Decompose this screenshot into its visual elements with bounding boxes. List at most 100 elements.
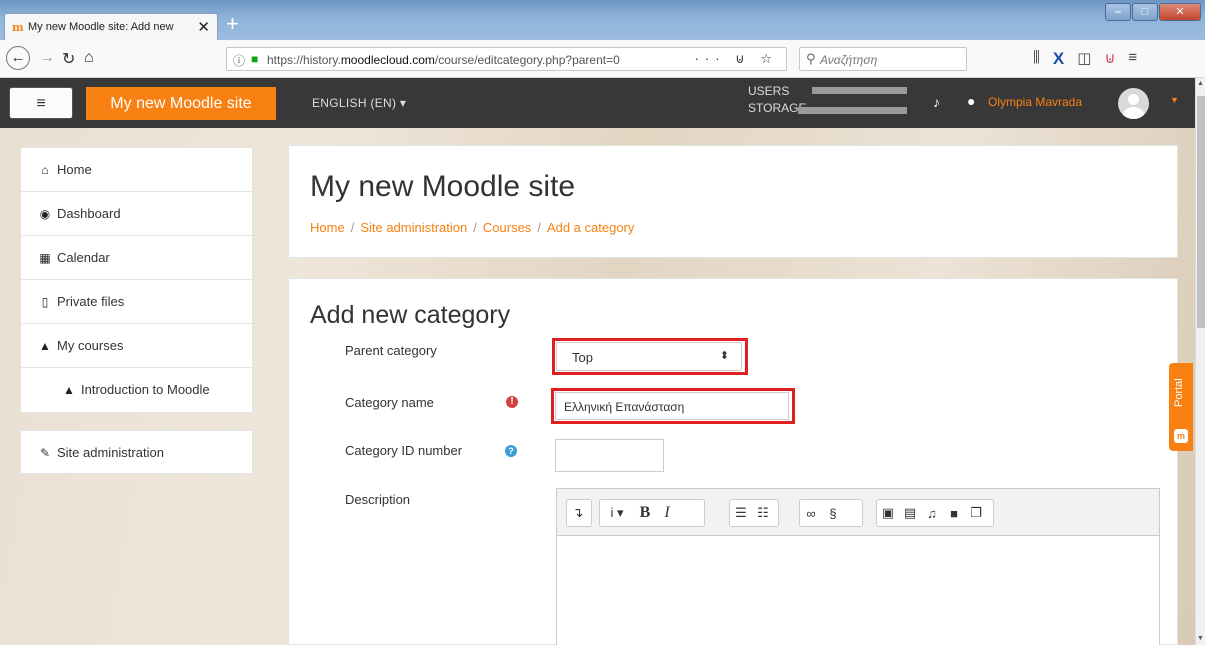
info-icon[interactable]: ⓘ xyxy=(233,52,245,69)
moodle-logo-icon: m xyxy=(1174,429,1188,443)
unlink-icon[interactable]: § xyxy=(822,506,844,521)
italic-icon[interactable]: I xyxy=(656,504,678,522)
breadcrumb-courses[interactable]: Courses xyxy=(483,220,531,235)
toolbar-group-style: i ▾ B I xyxy=(599,499,705,527)
sidebar-item-dashboard[interactable]: ◉ Dashboard xyxy=(21,192,252,236)
url-bar[interactable]: ⓘ ■ https://history.moodlecloud.com/cour… xyxy=(226,47,787,71)
page-header-card: My new Moodle site Home / Site administrat… xyxy=(288,145,1178,258)
media-icon[interactable]: ▤ xyxy=(899,505,921,521)
form-heading: Add new category xyxy=(310,301,511,329)
category-id-input[interactable] xyxy=(555,439,664,472)
notifications-bell-icon[interactable]: ♪ xyxy=(933,94,940,110)
nav-drawer: ⌂ Home ◉ Dashboard ▦ Calendar ▯ Private file… xyxy=(20,147,253,413)
help-icon[interactable]: ? xyxy=(505,445,517,457)
moodle-favicon-icon: m xyxy=(12,21,24,34)
maximize-button[interactable]: □ xyxy=(1132,3,1158,21)
graduation-cap-icon: ▲ xyxy=(39,339,51,353)
sidebar-item-home[interactable]: ⌂ Home xyxy=(21,148,252,192)
drawer-toggle-button[interactable]: ≡ xyxy=(9,87,73,119)
category-name-label: Category name xyxy=(345,395,434,410)
browser-nav-bar: ← → ↻ ⌂ ⓘ ■ https://history.moodlecloud.… xyxy=(0,40,1205,78)
users-label: USERS xyxy=(748,84,790,98)
pocket-icon[interactable]: ⊍ xyxy=(1104,49,1115,69)
dashboard-icon: ◉ xyxy=(39,207,51,221)
storage-quota-bar xyxy=(798,107,907,114)
toolbar-group-links: ∞ § xyxy=(799,499,863,527)
avatar[interactable] xyxy=(1118,88,1149,119)
site-brand-link[interactable]: My new Moodle site xyxy=(86,87,276,120)
toolbar-group-toggle: ↴ xyxy=(566,499,592,527)
scrollbar[interactable]: ▲ ▼ xyxy=(1195,78,1205,645)
pocket-save-icon[interactable]: ⊍ xyxy=(735,51,751,66)
new-tab-icon[interactable]: + xyxy=(226,11,239,37)
breadcrumb-add-category[interactable]: Add a category xyxy=(547,220,634,235)
portal-side-tab[interactable]: Portal m xyxy=(1169,363,1193,451)
sidebar-icon[interactable]: ◫ xyxy=(1077,49,1091,69)
lock-icon[interactable]: ■ xyxy=(251,52,258,66)
add-category-form: Add new category Parent category Top ⬍ C… xyxy=(288,278,1178,645)
record-video-icon[interactable]: ■ xyxy=(943,506,965,521)
more-actions-icon[interactable]: ··· xyxy=(695,51,726,66)
browser-tab-bar: m My new Moodle site: Add new ✕ + – □ ✕ xyxy=(0,0,1205,40)
search-box[interactable]: ⚲ Αναζήτηση xyxy=(799,47,967,71)
browser-toolbar-icons: ⫼ X ◫ ⊍ ≡ xyxy=(1033,49,1137,69)
users-quota-bar xyxy=(812,87,907,94)
description-editor: ↴ i ▾ B I ☰ ☷ ∞ § ▣ ▤ ♫ ■ ❐ xyxy=(556,488,1160,645)
moodle-header: ≡ My new Moodle site ENGLISH (EN) ▾ USER… xyxy=(0,78,1195,128)
tab-title: My new Moodle site: Add new xyxy=(28,21,174,33)
scroll-up-icon[interactable]: ▲ xyxy=(1197,80,1204,87)
close-tab-icon[interactable]: ✕ xyxy=(197,18,210,36)
record-audio-icon[interactable]: ♫ xyxy=(921,506,943,521)
back-icon[interactable]: ← xyxy=(6,46,30,70)
minimize-button[interactable]: – xyxy=(1105,3,1131,21)
sidebar-item-my-courses[interactable]: ▲ My courses xyxy=(21,324,252,368)
breadcrumb-home[interactable]: Home xyxy=(310,220,345,235)
calendar-icon: ▦ xyxy=(39,251,51,265)
breadcrumb-separator: / xyxy=(350,220,355,235)
unordered-list-icon[interactable]: ☰ xyxy=(730,505,752,521)
scroll-down-icon[interactable]: ▼ xyxy=(1197,635,1204,642)
user-name-link[interactable]: Olympia Mavrada xyxy=(988,95,1082,109)
home-icon[interactable]: ⌂ xyxy=(84,49,94,67)
search-placeholder: Αναζήτηση xyxy=(820,53,878,67)
sidebar-item-private-files[interactable]: ▯ Private files xyxy=(21,280,252,324)
library-icon[interactable]: ⫼ xyxy=(1033,49,1040,69)
toolbar-group-lists: ☰ ☷ xyxy=(729,499,779,527)
sidebar-item-introduction-to-moodle[interactable]: ▲ Introduction to Moodle xyxy=(21,368,252,412)
ordered-list-icon[interactable]: ☷ xyxy=(752,505,774,521)
graduation-cap-icon: ▲ xyxy=(63,383,75,397)
sidebar-item-site-administration[interactable]: ✎ Site administration xyxy=(20,430,253,474)
browser-tab[interactable]: m My new Moodle site: Add new ✕ xyxy=(4,13,218,40)
user-menu-caret-icon[interactable]: ▼ xyxy=(1170,95,1179,105)
toolbar-group-media: ▣ ▤ ♫ ■ ❐ xyxy=(876,499,994,527)
sidebar-item-calendar[interactable]: ▦ Calendar xyxy=(21,236,252,280)
messages-icon[interactable]: ● xyxy=(967,93,975,109)
show-more-buttons-icon[interactable]: ↴ xyxy=(567,505,589,521)
paragraph-styles-icon[interactable]: i ▾ xyxy=(600,505,634,521)
language-menu[interactable]: ENGLISH (EN) ▾ xyxy=(312,96,406,110)
file-icon: ▯ xyxy=(41,295,49,309)
page-title: My new Moodle site xyxy=(310,170,576,203)
image-icon[interactable]: ▣ xyxy=(877,505,899,521)
scrollbar-thumb[interactable] xyxy=(1197,96,1205,328)
breadcrumb-site-administration[interactable]: Site administration xyxy=(360,220,467,235)
manage-files-icon[interactable]: ❐ xyxy=(965,505,987,521)
bold-icon[interactable]: B xyxy=(634,504,656,522)
portal-label: Portal xyxy=(1173,378,1185,407)
category-id-label: Category ID number xyxy=(345,443,463,458)
forward-icon[interactable]: → xyxy=(39,49,55,67)
x-extension-icon[interactable]: X xyxy=(1053,49,1064,69)
reload-icon[interactable]: ↻ xyxy=(62,49,75,69)
editor-toolbar: ↴ i ▾ B I ☰ ☷ ∞ § ▣ ▤ ♫ ■ ❐ xyxy=(557,489,1159,536)
close-window-button[interactable]: ✕ xyxy=(1159,3,1201,21)
link-icon[interactable]: ∞ xyxy=(800,506,822,521)
required-icon: ! xyxy=(506,396,518,408)
page-actions: ··· ⊍ ☆ xyxy=(695,51,778,67)
parent-category-label: Parent category xyxy=(345,343,437,358)
highlight-box-parent-category xyxy=(552,338,748,375)
breadcrumb-separator: / xyxy=(473,220,477,235)
description-editor-area[interactable] xyxy=(557,537,1159,645)
description-label: Description xyxy=(345,492,411,507)
menu-icon[interactable]: ≡ xyxy=(1128,49,1137,69)
bookmark-star-icon[interactable]: ☆ xyxy=(760,51,778,66)
